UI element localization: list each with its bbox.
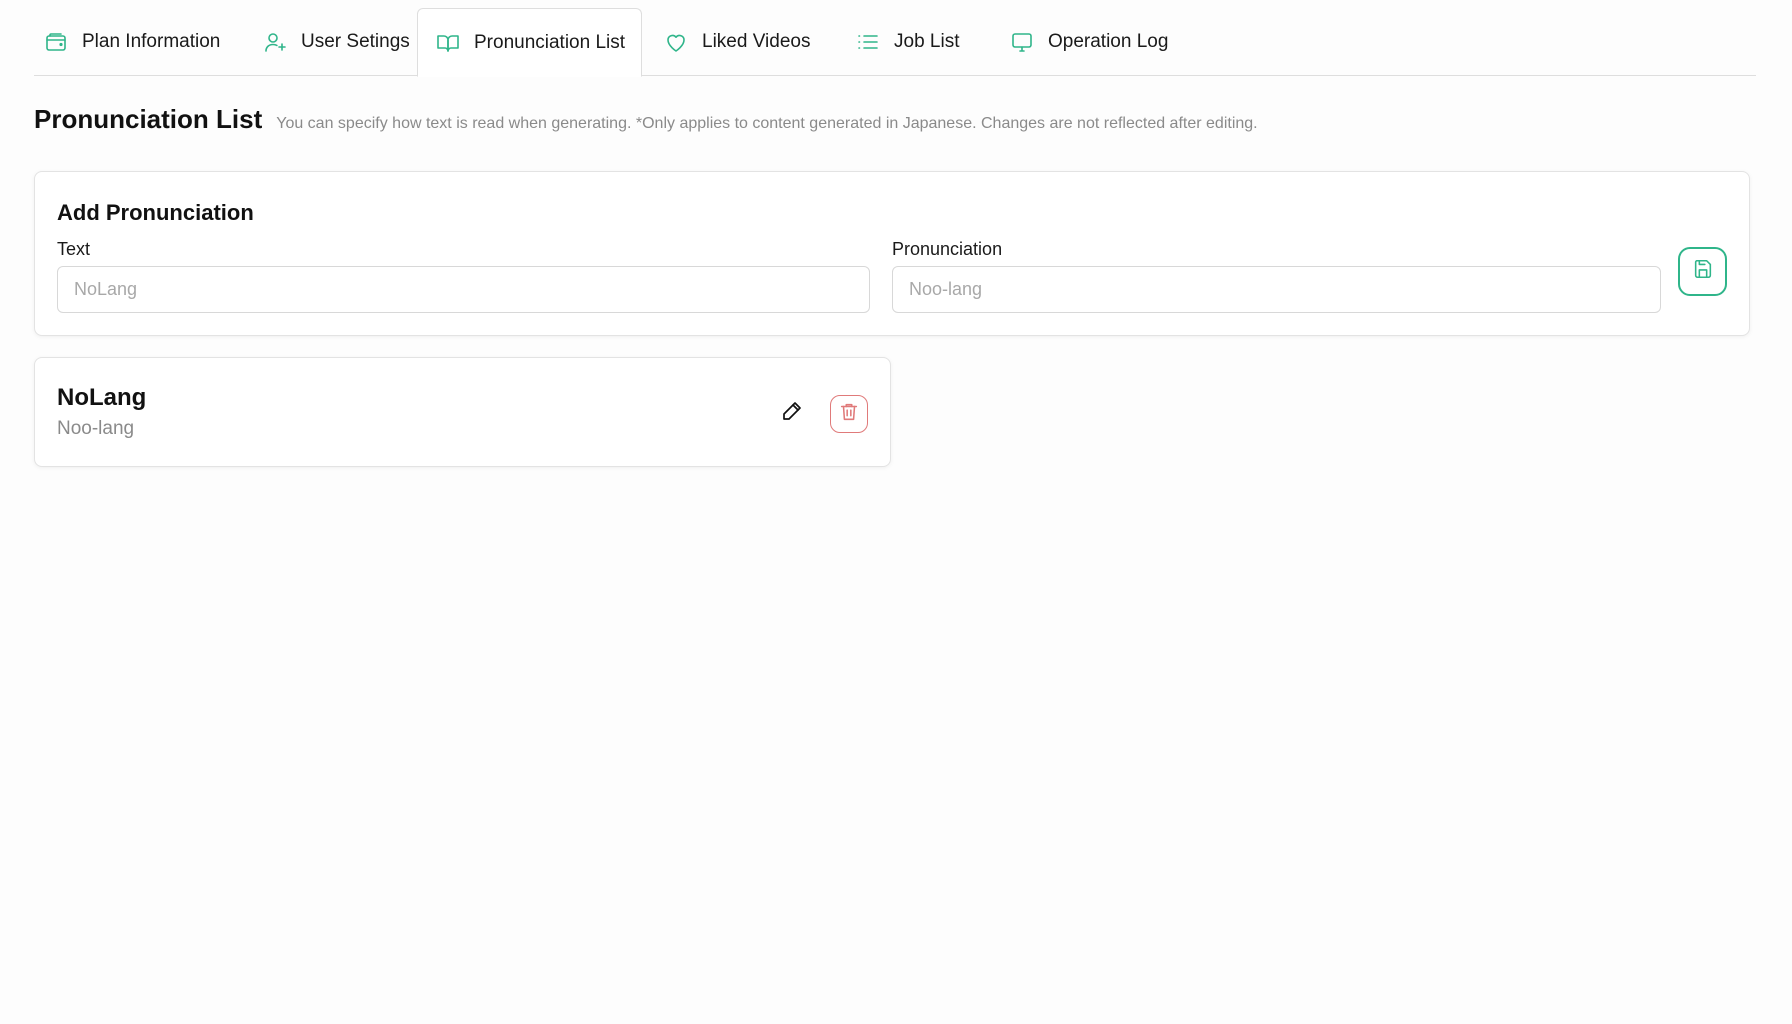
user-plus-icon [263,30,287,54]
pronunciation-input[interactable] [892,266,1661,313]
tab-label: User Setings [301,31,410,52]
add-pronunciation-card: Add Pronunciation Text Pronunciation [34,171,1750,336]
tab-pronunciation-list[interactable]: Pronunciation List [417,8,642,77]
tab-user-settings[interactable]: User Setings [263,8,410,76]
page-header: Pronunciation List You can specify how t… [34,104,1258,135]
tab-operation-log[interactable]: Operation Log [1010,8,1168,76]
monitor-icon [1010,30,1034,54]
trash-icon [838,401,860,428]
page-title: Pronunciation List [34,104,263,134]
text-field-label: Text [57,239,91,259]
tab-job-list[interactable]: Job List [856,8,959,76]
heart-icon [664,30,688,54]
tab-label: Liked Videos [702,31,811,52]
text-input[interactable] [57,266,870,313]
book-open-icon [436,31,460,55]
page-description: You can specify how text is read when ge… [276,115,1258,132]
tab-label: Pronunciation List [474,31,626,53]
pencil-icon [780,399,804,428]
tab-plan-information[interactable]: Plan Information [44,8,220,76]
tab-liked-videos[interactable]: Liked Videos [664,8,810,76]
pronunciation-field-label: Pronunciation [892,239,1003,259]
tab-bar: Plan Information User Setings Pronunciat… [34,8,1756,77]
add-pronunciation-title: Add Pronunciation [57,200,254,225]
tab-label: Plan Information [82,31,221,52]
list-item: NoLang Noo-lang [34,357,891,467]
entry-pronunciation: Noo-lang [57,418,135,439]
entry-text: NoLang [57,384,147,411]
save-button[interactable] [1678,247,1727,296]
tab-label: Job List [894,31,960,52]
list-icon [856,30,880,54]
save-icon [1692,258,1714,285]
edit-button[interactable] [772,393,812,433]
delete-button[interactable] [830,395,868,433]
wallet-icon [44,30,68,54]
tab-label: Operation Log [1048,31,1169,52]
